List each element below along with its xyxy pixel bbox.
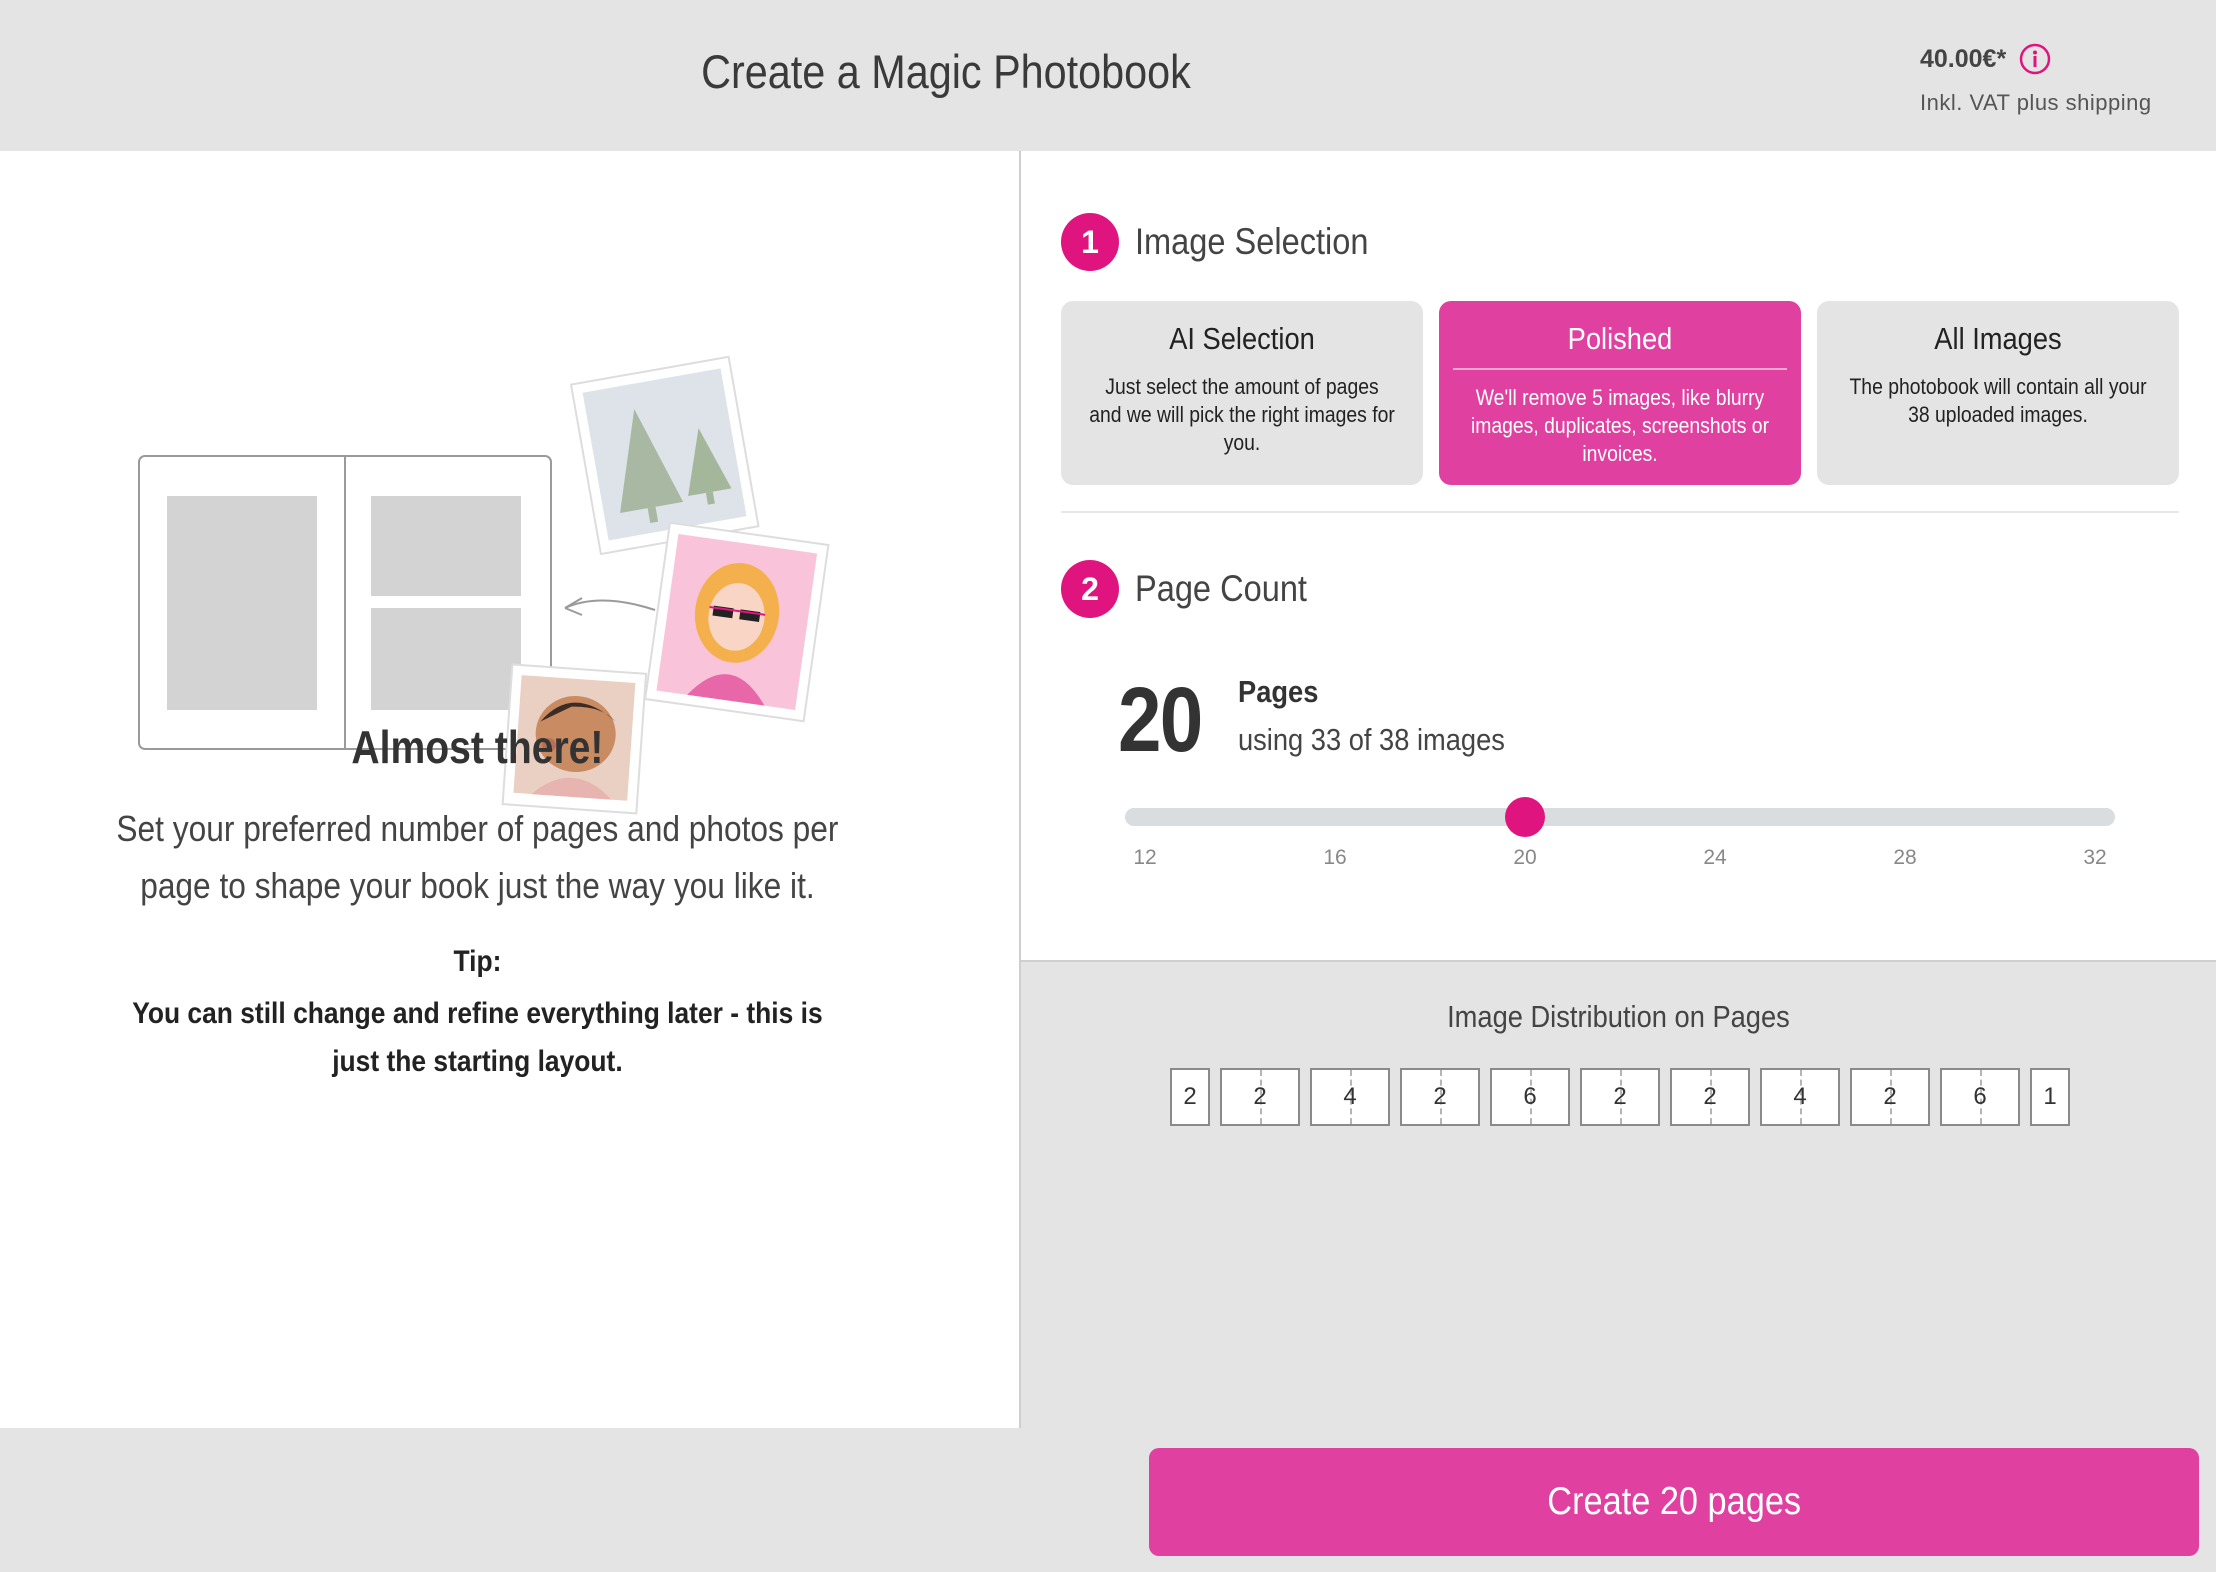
slider-thumb[interactable] — [1505, 797, 1545, 837]
image-selection-header: 1 Image Selection — [1061, 213, 1400, 271]
step-number: 2 — [1061, 560, 1119, 618]
page-image-count: 2 — [1613, 1083, 1627, 1110]
section-title: Page Count — [1135, 568, 1307, 609]
page-image-count: 2 — [1433, 1083, 1447, 1110]
option-title: AI Selection — [1169, 321, 1315, 356]
page-count-header: 2 Page Count — [1061, 560, 1330, 618]
page-count-value: 20 — [1118, 669, 1203, 771]
spread-page-box: 6 — [1940, 1068, 2020, 1126]
spread-page-box: 2 — [1670, 1068, 1750, 1126]
page-count-slider[interactable] — [1125, 808, 2115, 826]
vat-note: Inkl. VAT plus shipping — [1920, 90, 2152, 115]
option-title: All Images — [1934, 321, 2062, 356]
spread-page-box: 6 — [1490, 1068, 1570, 1126]
create-button-label: Create 20 pages — [1547, 1480, 1801, 1523]
spread-page-box: 4 — [1310, 1068, 1390, 1126]
slider-tick-label: 28 — [1893, 846, 1917, 869]
single-page-box: 1 — [2030, 1068, 2070, 1126]
tip-label: Tip: — [453, 945, 502, 978]
step-number: 1 — [1061, 213, 1119, 271]
option-separator — [1453, 368, 1787, 370]
info-icon[interactable] — [2018, 42, 2052, 76]
price-block: 40.00€* Inkl. VAT plus shipping — [1920, 42, 2152, 116]
slider-tick-label: 16 — [1323, 846, 1347, 869]
page-image-count: 4 — [1343, 1083, 1357, 1110]
option-description: The photobook will contain all your 38 u… — [1849, 374, 2147, 427]
page-image-count: 4 — [1793, 1083, 1807, 1110]
image-usage-text: using 33 of 38 images — [1238, 722, 1505, 757]
spread-page-box: 4 — [1760, 1068, 1840, 1126]
tip-text: You can still change and refine everythi… — [132, 997, 823, 1078]
slider-tick-label: 24 — [1703, 846, 1727, 869]
page-image-count: 6 — [1523, 1083, 1537, 1110]
slider-tick-label: 32 — [2083, 846, 2107, 869]
spread-page-box: 2 — [1580, 1068, 1660, 1126]
slider-tick-label: 20 — [1513, 846, 1537, 869]
page-image-count: 2 — [1703, 1083, 1717, 1110]
section-title: Image Selection — [1135, 221, 1369, 262]
page-image-count: 2 — [1183, 1083, 1197, 1110]
option-description: Just select the amount of pages and we w… — [1089, 374, 1395, 455]
distribution-title: Image Distribution on Pages — [1447, 999, 1790, 1034]
option-all-images[interactable]: All Images The photobook will contain al… — [1817, 301, 2179, 485]
distribution-panel: Image Distribution on Pages 2 2 4 2 6 2 2 4 2 6 1 — [1021, 960, 2216, 1428]
page-image-count: 6 — [1973, 1083, 1987, 1110]
slider-tick-label: 12 — [1133, 846, 1157, 869]
spread-page-box: 2 — [1850, 1068, 1930, 1126]
page-image-count: 2 — [1253, 1083, 1267, 1110]
create-pages-button[interactable]: Create 20 pages — [1149, 1448, 2199, 1556]
option-description: We'll remove 5 images, like blurry image… — [1470, 385, 1770, 466]
option-title: Polished — [1567, 321, 1673, 356]
instructions-text: Set your preferred number of pages and p… — [116, 808, 839, 906]
spread-page-box: 2 — [1400, 1068, 1480, 1126]
price-value: 40.00€* — [1920, 44, 2007, 73]
option-ai-selection[interactable]: AI Selection Just select the amount of p… — [1061, 301, 1423, 485]
page-title: Create a Magic Photobook — [701, 45, 1191, 98]
page-image-count: 1 — [2043, 1083, 2057, 1110]
single-page-box: 2 — [1170, 1068, 1210, 1126]
section-divider — [1061, 511, 2179, 513]
almost-there-heading: Almost there! — [351, 721, 604, 773]
settings-panel — [1021, 151, 2216, 960]
spread-page-box: 2 — [1220, 1068, 1300, 1126]
header-bar: Create a Magic Photobook 40.00€* Inkl. V… — [0, 0, 2216, 151]
option-polished[interactable]: Polished We'll remove 5 images, like blu… — [1439, 301, 1801, 485]
page-image-count: 2 — [1883, 1083, 1897, 1110]
page-count-unit: Pages — [1238, 674, 1319, 709]
